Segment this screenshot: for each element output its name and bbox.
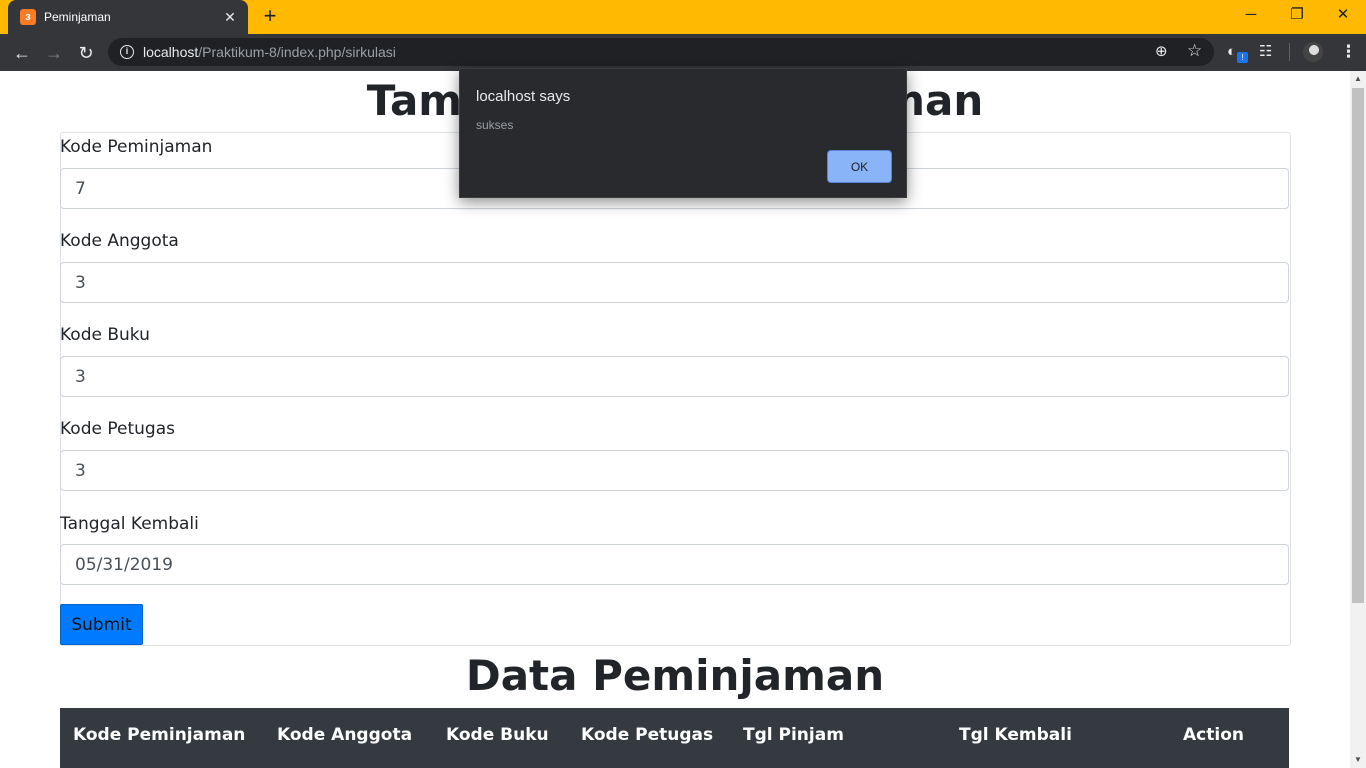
- xampp-icon: ɜ: [20, 9, 36, 25]
- profile-avatar[interactable]: [1303, 42, 1323, 62]
- page-scrollbar[interactable]: ▲ ▼: [1350, 71, 1366, 768]
- column-header: Kode Anggota: [277, 725, 413, 745]
- label-kode-anggota: Kode Anggota: [60, 231, 179, 251]
- zoom-icon[interactable]: ⊕: [1155, 44, 1168, 59]
- column-header: Tgl Kembali: [959, 725, 1072, 745]
- column-header: Kode Petugas: [581, 725, 714, 745]
- browser-titlebar: ɜ Peminjaman ✕ + ─ ❐ ✕: [0, 0, 1366, 34]
- kode-anggota-input[interactable]: [60, 262, 1289, 303]
- close-tab-icon[interactable]: ✕: [222, 9, 238, 26]
- scroll-down-icon[interactable]: ▼: [1350, 752, 1366, 768]
- ok-button[interactable]: OK: [827, 150, 892, 183]
- label-tanggal-kembali: Tanggal Kembali: [60, 514, 199, 534]
- label-kode-petugas: Kode Petugas: [60, 419, 175, 439]
- label-kode-buku: Kode Buku: [60, 325, 150, 345]
- table-title: Data Peminjaman: [465, 651, 885, 700]
- reload-icon[interactable]: ↻: [73, 40, 99, 66]
- url-host: localhost: [143, 44, 199, 60]
- kode-petugas-input[interactable]: [60, 450, 1289, 491]
- browser-tab[interactable]: ɜ Peminjaman ✕: [8, 0, 248, 34]
- column-header: Kode Peminjaman: [73, 725, 246, 745]
- extension-badge-icon: !: [1237, 52, 1248, 63]
- label-kode-peminjaman: Kode Peminjaman: [60, 137, 213, 157]
- column-header: Kode Buku: [446, 725, 549, 745]
- restore-button[interactable]: ❐: [1274, 0, 1320, 30]
- tanggal-kembali-input[interactable]: [60, 544, 1289, 585]
- close-window-button[interactable]: ✕: [1320, 0, 1366, 30]
- info-icon[interactable]: i: [120, 45, 134, 59]
- column-header: Tgl Pinjam: [743, 725, 844, 745]
- column-header: Action: [1183, 725, 1244, 745]
- address-bar[interactable]: i localhost/Praktikum-8/index.php/sirkul…: [108, 38, 1214, 66]
- extension-icon[interactable]: ◐: [1227, 43, 1236, 61]
- url-path: /Praktikum-8/index.php/sirkulasi: [198, 44, 396, 60]
- scroll-up-icon[interactable]: ▲: [1350, 71, 1366, 87]
- new-tab-button[interactable]: +: [256, 5, 284, 29]
- dialog-title: localhost says: [476, 88, 571, 105]
- forward-icon[interactable]: →: [41, 40, 67, 66]
- tab-title: Peminjaman: [44, 10, 111, 24]
- kode-buku-input[interactable]: [60, 356, 1289, 397]
- reading-list-icon[interactable]: ☷: [1259, 43, 1272, 61]
- table-header: Kode Peminjaman Kode Anggota Kode Buku K…: [60, 708, 1289, 768]
- bookmark-star-icon[interactable]: ☆: [1187, 42, 1202, 59]
- dialog-message: sukses: [476, 118, 514, 132]
- scrollbar-thumb[interactable]: [1352, 88, 1364, 603]
- alert-dialog: localhost says sukses OK: [459, 68, 907, 198]
- back-icon[interactable]: ←: [9, 40, 35, 66]
- toolbar-divider: [1289, 43, 1290, 61]
- submit-button[interactable]: Submit: [60, 604, 143, 645]
- menu-kebab-icon[interactable]: ⋮: [1340, 43, 1357, 61]
- minimize-button[interactable]: ─: [1228, 0, 1274, 30]
